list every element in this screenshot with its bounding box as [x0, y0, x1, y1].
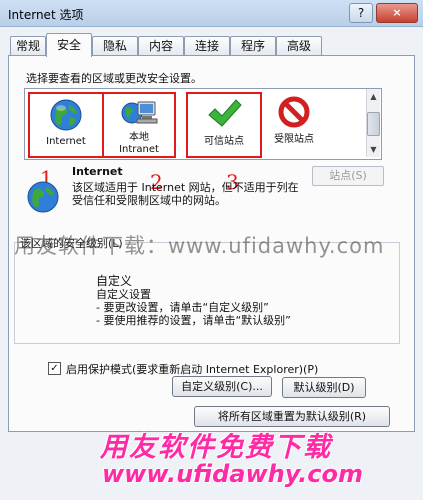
- zone-trusted-sites[interactable]: 可信站点: [186, 92, 262, 158]
- protected-mode-checkbox[interactable]: ✓: [48, 362, 61, 375]
- window-title: Internet 选项: [8, 8, 84, 22]
- tab-general[interactable]: 常规: [10, 36, 46, 56]
- globe-icon: [27, 181, 59, 213]
- reset-all-zones-button[interactable]: 将所有区域重置为默认级别(R): [194, 406, 390, 427]
- custom-level-button[interactable]: 自定义级别(C)...: [172, 376, 272, 397]
- tab-connections[interactable]: 连接: [184, 36, 230, 56]
- zone-internet[interactable]: Internet: [28, 92, 104, 158]
- intranet-icon: [121, 101, 158, 124]
- custom-level-description: 自定义设置 - 要更改设置，请单击“自定义级别” - 要使用推荐的设置，请单击“…: [96, 288, 291, 327]
- check-icon: [208, 99, 242, 127]
- tab-privacy[interactable]: 隐私: [92, 36, 138, 56]
- scroll-down-icon[interactable]: ▼: [368, 144, 379, 155]
- zone-prompt: 选择要查看的区域或更改安全设置。: [26, 72, 202, 85]
- tab-security[interactable]: 安全: [46, 33, 92, 57]
- custom-level-title: 自定义: [96, 274, 133, 288]
- scrollbar-thumb[interactable]: [367, 112, 380, 136]
- zone-trusted-sites-label: 可信站点: [204, 136, 244, 147]
- zone-restricted-sites[interactable]: 受限站点: [258, 92, 330, 154]
- scroll-up-icon[interactable]: ▲: [368, 91, 379, 102]
- globe-icon: [50, 99, 82, 131]
- zone-internet-label: Internet: [46, 136, 86, 147]
- sites-button[interactable]: 站点(S): [312, 166, 384, 186]
- zone-restricted-sites-label: 受限站点: [274, 134, 314, 145]
- protected-mode-label: 启用保护模式(要求重新启动 Internet Explorer)(P): [66, 363, 319, 376]
- default-level-button[interactable]: 默认级别(D): [282, 377, 366, 398]
- help-button[interactable]: ?: [349, 3, 373, 23]
- close-button[interactable]: ×: [376, 3, 418, 23]
- tab-programs[interactable]: 程序: [230, 36, 276, 56]
- zone-title: Internet: [72, 165, 123, 178]
- tab-content[interactable]: 内容: [138, 36, 184, 56]
- watermark-url: www.ufidawhy.com: [102, 460, 363, 488]
- zone-intranet[interactable]: 本地 Intranet: [102, 92, 176, 158]
- zone-intranet-label: 本地 Intranet: [104, 132, 174, 156]
- tab-advanced[interactable]: 高级: [276, 36, 322, 56]
- restricted-icon: [278, 96, 310, 128]
- zone-intranet-label-text: 本地 Intranet: [119, 132, 159, 155]
- zone-description: 该区域适用于 Internet 网站，但不适用于列在受信任和受限制区域中的网站。: [72, 181, 299, 207]
- watermark-overlay: 用友软件下载：www.ufidawhy.com: [14, 234, 385, 258]
- watermark-title: 用友软件免费下载: [100, 432, 332, 463]
